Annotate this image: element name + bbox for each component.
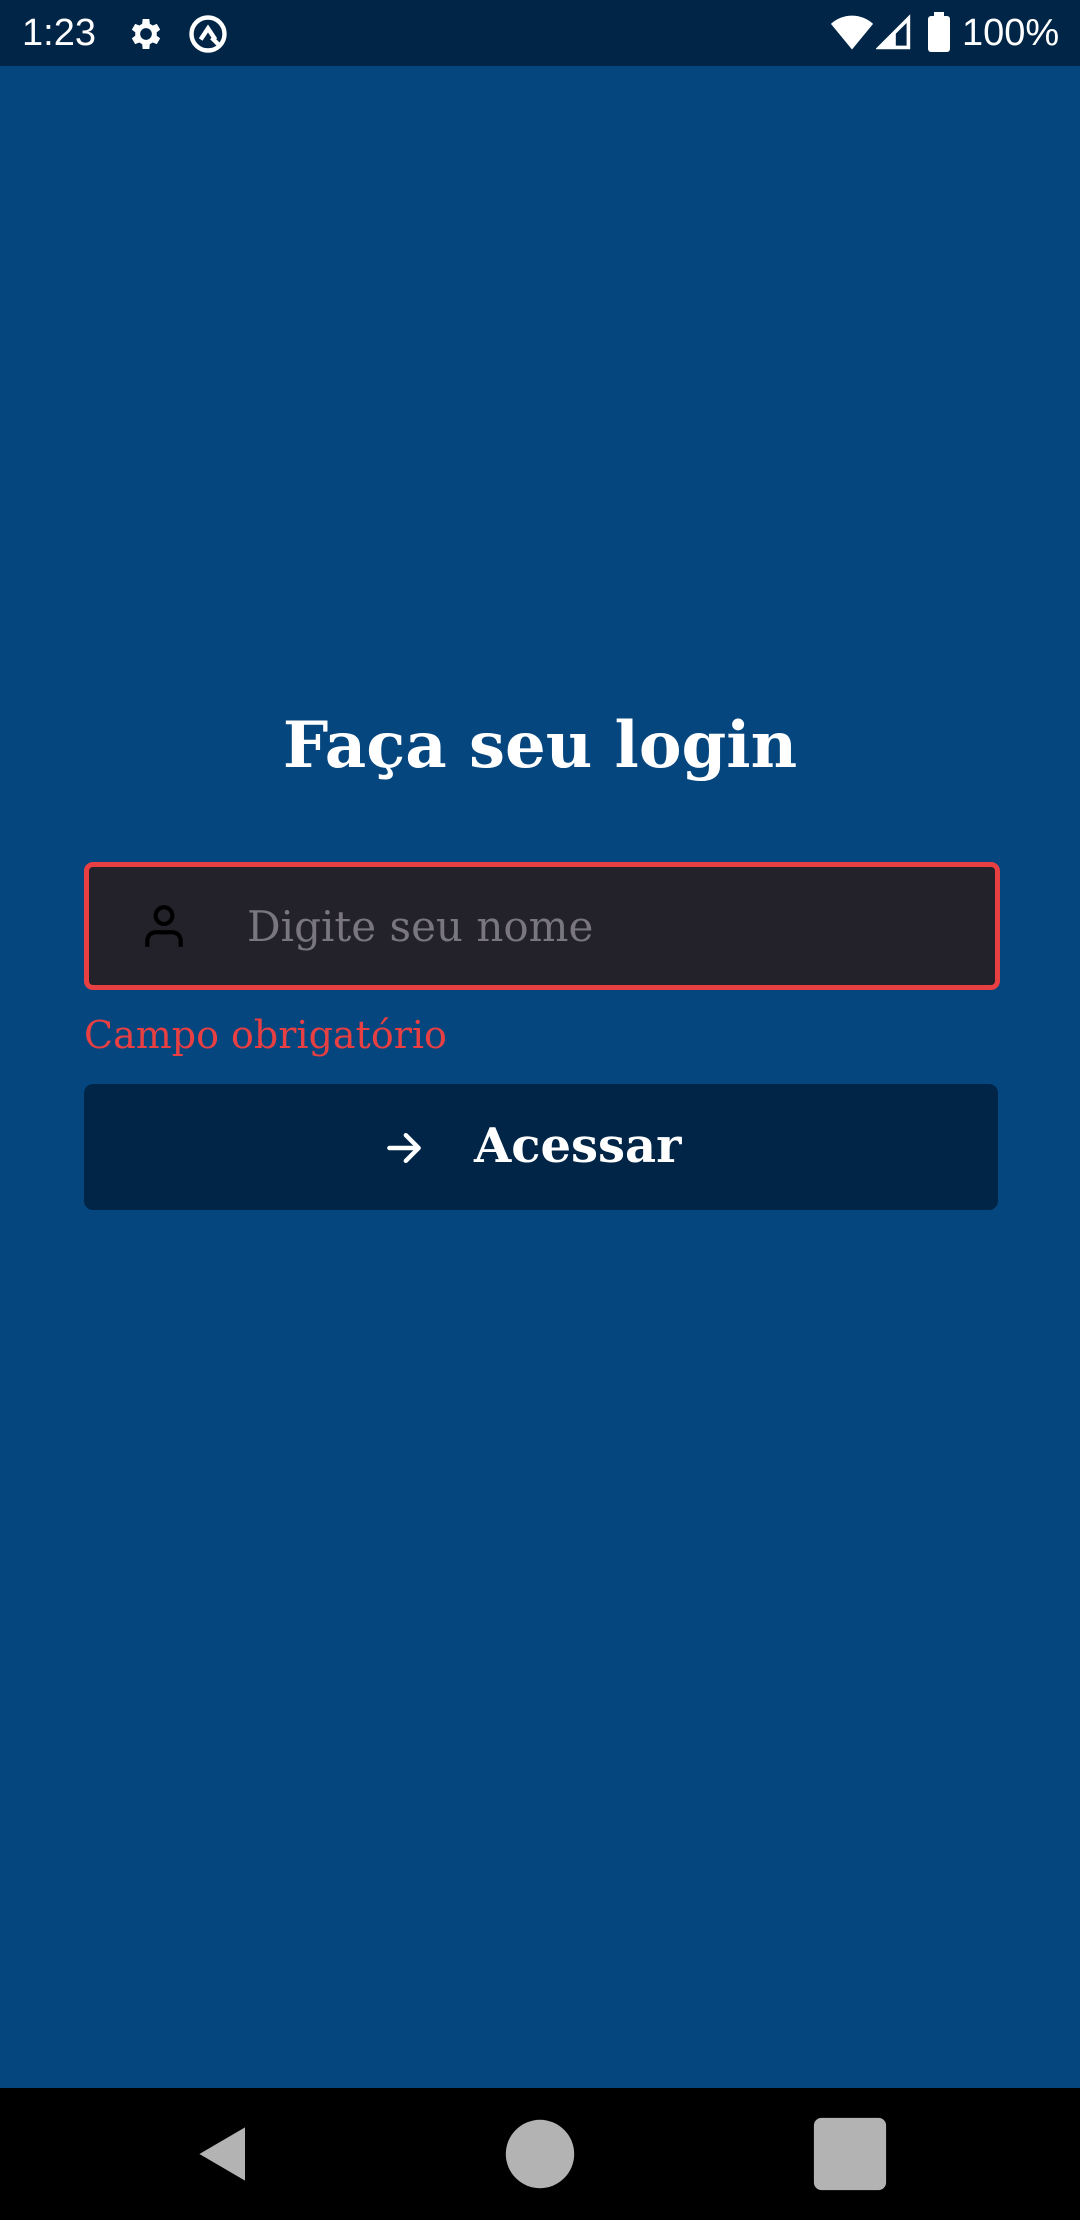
arrow-right-icon [387, 1132, 421, 1164]
battery-icon [928, 12, 950, 52]
name-input[interactable] [247, 867, 967, 985]
signal-icon [876, 14, 911, 50]
battery-percentage: 100% [962, 12, 1060, 54]
gear-icon [131, 19, 161, 49]
login-screen: Faça seu login Campo obrigatório Acessar [0, 66, 1080, 2088]
back-icon[interactable] [188, 2116, 264, 2192]
status-time: 1:23 [22, 12, 96, 54]
status-bar: 1:23 100% [0, 0, 1080, 66]
access-button-label: Acessar [474, 1118, 682, 1174]
page-title: Faça seu login [282, 708, 798, 783]
user-icon [145, 905, 183, 947]
home-icon[interactable] [502, 2116, 578, 2192]
wifi-icon [830, 15, 874, 50]
access-button[interactable]: Acessar [84, 1084, 998, 1210]
vpn-icon [189, 15, 227, 53]
name-field[interactable] [84, 862, 1000, 990]
navigation-bar [0, 2088, 1080, 2220]
recents-icon[interactable] [812, 2116, 888, 2192]
error-message: Campo obrigatório [84, 1013, 447, 1057]
